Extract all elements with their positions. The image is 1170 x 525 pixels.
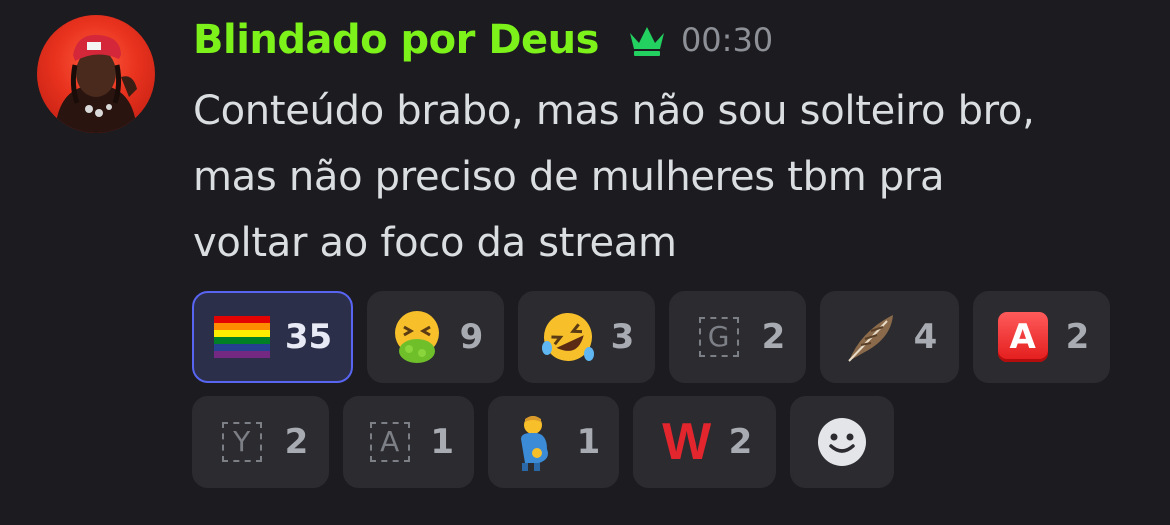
reaction-rainbow-flag[interactable]: 35 — [192, 291, 353, 383]
reaction-red-a-button[interactable]: A 2 — [973, 291, 1110, 383]
reaction-count: 1 — [576, 422, 601, 462]
user-avatar[interactable] — [37, 15, 155, 133]
reaction-vomiting-face[interactable]: 9 — [367, 291, 504, 383]
add-reaction-button[interactable] — [790, 396, 894, 488]
custom-emoji-y-icon: Y — [213, 413, 271, 471]
reaction-count: 2 — [761, 317, 786, 357]
red-w-icon: W — [662, 413, 711, 471]
custom-emoji-a-icon: A — [363, 413, 416, 471]
reaction-count: 1 — [430, 422, 454, 462]
reaction-rolling-laughing-face[interactable]: 3 — [518, 291, 655, 383]
message-header: Blindado por Deus 00:30 — [193, 14, 773, 66]
reaction-count: 9 — [459, 317, 484, 357]
reaction-count: 2 — [1065, 317, 1090, 357]
avatar-image — [55, 34, 137, 133]
reaction-count: 2 — [284, 422, 309, 462]
reaction-count: 35 — [284, 317, 333, 357]
smiley-add-reaction-icon — [816, 413, 868, 471]
reaction-custom-emoji-g[interactable]: G 2 — [669, 291, 806, 383]
message-line: mas não preciso de mulheres tbm pra — [193, 154, 945, 200]
username[interactable]: Blindado por Deus — [193, 17, 599, 63]
message-line: Conteúdo brabo, mas não sou solteiro bro… — [193, 88, 1035, 134]
reaction-custom-emoji-a[interactable]: A 1 — [343, 396, 474, 488]
vomiting-face-icon — [388, 308, 446, 366]
reaction-pregnant-man[interactable]: 1 — [488, 396, 619, 488]
red-a-button-icon: A — [994, 308, 1052, 366]
reaction-count: 3 — [610, 317, 635, 357]
feather-icon — [842, 308, 900, 366]
message-timestamp: 00:30 — [680, 21, 774, 59]
reactions-bar: 35 9 3 G 2 4 A 2 Y 2 A 1 1 W 2 — [192, 291, 1132, 501]
reaction-custom-emoji-y[interactable]: Y 2 — [192, 396, 329, 488]
crown-icon — [627, 22, 667, 58]
message-content: Conteúdo brabo, mas não sou solteiro bro… — [193, 78, 1153, 276]
reaction-count: 2 — [728, 422, 753, 462]
reaction-feather[interactable]: 4 — [820, 291, 959, 383]
message-line: voltar ao foco da stream — [193, 220, 677, 266]
custom-emoji-g-icon: G — [690, 308, 748, 366]
rainbow-flag-icon — [213, 308, 271, 366]
reaction-count: 4 — [913, 317, 938, 357]
rolling-laughing-icon — [539, 308, 597, 366]
pregnant-man-icon — [507, 413, 563, 471]
reaction-red-w[interactable]: W 2 — [633, 396, 776, 488]
